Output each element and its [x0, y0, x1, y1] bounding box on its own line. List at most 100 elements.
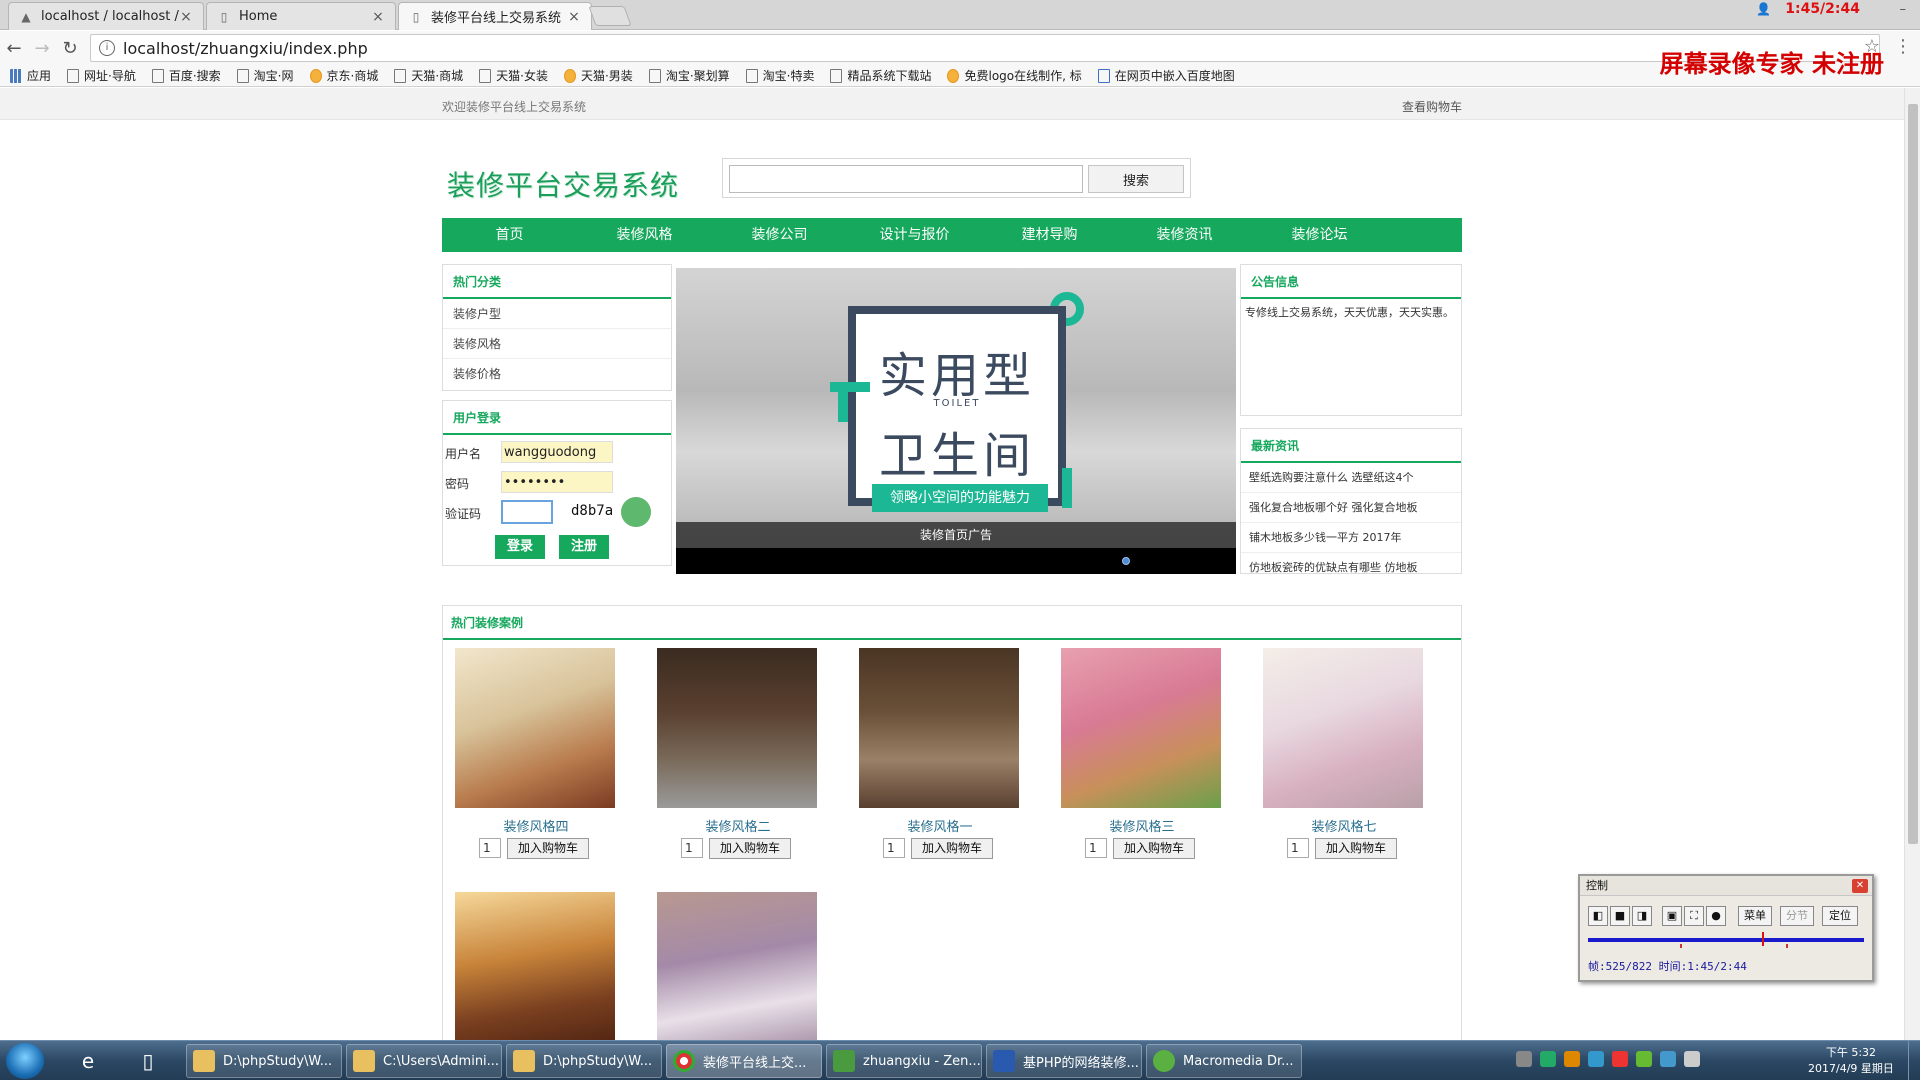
back-arrow-icon[interactable]: ←: [0, 38, 28, 59]
locate-button[interactable]: 定位: [1822, 906, 1858, 926]
volume-icon[interactable]: [1684, 1051, 1700, 1067]
taskbar-item[interactable]: C:\Users\Admini...: [346, 1044, 502, 1078]
bookmark-item[interactable]: 淘宝·特卖: [745, 67, 814, 84]
bookmark-item[interactable]: 在网页中嵌入百度地图: [1097, 67, 1235, 84]
add-to-cart-button[interactable]: 加入购物车: [1315, 838, 1397, 859]
menu-button[interactable]: 菜单: [1738, 906, 1772, 926]
username-input[interactable]: wangguodong: [501, 441, 613, 463]
playback-position[interactable]: [1762, 932, 1764, 946]
stop-button[interactable]: ■: [1610, 906, 1630, 926]
case-title[interactable]: 装修风格四: [455, 816, 617, 835]
taskbar-item[interactable]: zhuangxiu - Zen...: [826, 1044, 982, 1078]
case-title[interactable]: 装修风格一: [859, 816, 1021, 835]
bookmark-apps[interactable]: 应用: [10, 67, 51, 84]
taskbar-item[interactable]: Macromedia Dr...: [1146, 1044, 1302, 1078]
prev-frame-button[interactable]: ◧: [1588, 906, 1608, 926]
taskbar-item[interactable]: 装修平台线上交...: [666, 1044, 822, 1078]
qq-icon[interactable]: [1588, 1051, 1604, 1067]
tray-app-icon[interactable]: [1540, 1051, 1556, 1067]
close-icon[interactable]: ×: [179, 9, 193, 25]
scrollbar-thumb[interactable]: [1908, 104, 1918, 844]
case-title[interactable]: 装修风格二: [657, 816, 819, 835]
taskbar-item[interactable]: 基PHP的网络装修...: [986, 1044, 1142, 1078]
quantity-input[interactable]: 1: [1085, 838, 1107, 858]
login-button[interactable]: 登录: [495, 535, 545, 559]
password-input[interactable]: ••••••••: [501, 471, 613, 493]
case-image[interactable]: [657, 648, 817, 808]
bookmark-item[interactable]: 淘宝·网: [236, 67, 294, 84]
banner-dot[interactable]: [1122, 557, 1130, 565]
nav-styles[interactable]: 装修风格: [577, 218, 712, 252]
nav-home[interactable]: 首页: [442, 218, 577, 252]
add-to-cart-button[interactable]: 加入购物车: [911, 838, 993, 859]
keyboard-icon[interactable]: [1516, 1051, 1532, 1067]
record-icon[interactable]: ●: [1706, 906, 1726, 926]
window-mode-icon[interactable]: ▣: [1662, 906, 1682, 926]
news-item[interactable]: 铺木地板多少钱一平方 2017年: [1241, 523, 1461, 553]
case-title[interactable]: 装修风格三: [1061, 816, 1223, 835]
nav-news[interactable]: 装修资讯: [1117, 218, 1252, 252]
tray-app-icon[interactable]: [1564, 1051, 1580, 1067]
banner-slider[interactable]: 实用型 TOILET 卫生间 领略小空间的功能魅力 装修首页广告: [676, 268, 1236, 574]
search-button[interactable]: 搜索: [1088, 165, 1184, 193]
fullscreen-icon[interactable]: ⛶: [1684, 906, 1704, 926]
quantity-input[interactable]: 1: [1287, 838, 1309, 858]
search-input[interactable]: [729, 165, 1083, 193]
add-to-cart-button[interactable]: 加入购物车: [507, 838, 589, 859]
address-bar[interactable]: i localhost/zhuangxiu/index.php: [90, 34, 1880, 62]
playback-track[interactable]: [1588, 938, 1864, 942]
bookmark-item[interactable]: 京东·商城: [309, 67, 378, 84]
bookmark-item[interactable]: 百度·搜索: [151, 67, 221, 84]
ie-icon[interactable]: e: [64, 1045, 112, 1077]
reload-icon[interactable]: ↻: [56, 38, 84, 59]
taskbar-item[interactable]: D:\phpStudy\W...: [186, 1044, 342, 1078]
start-button[interactable]: [6, 1043, 44, 1079]
case-image[interactable]: [1263, 648, 1423, 808]
network-icon[interactable]: [1660, 1051, 1676, 1067]
quantity-input[interactable]: 1: [883, 838, 905, 858]
case-image[interactable]: [455, 892, 615, 1040]
case-image[interactable]: [1061, 648, 1221, 808]
nav-companies[interactable]: 装修公司: [712, 218, 847, 252]
new-tab-button[interactable]: [588, 6, 632, 26]
nav-materials[interactable]: 建材导购: [982, 218, 1117, 252]
tab-home[interactable]: ▯ Home ×: [206, 2, 396, 30]
page-scrollbar[interactable]: [1904, 88, 1920, 1040]
news-item[interactable]: 仿地板瓷砖的优缺点有哪些 仿地板: [1241, 553, 1461, 583]
bookmark-item[interactable]: 网址·导航: [67, 67, 136, 84]
window-controls[interactable]: –: [1900, 2, 1915, 17]
add-to-cart-button[interactable]: 加入购物车: [709, 838, 791, 859]
news-item[interactable]: 强化复合地板哪个好 强化复合地板: [1241, 493, 1461, 523]
bookmark-item[interactable]: 天猫·商城: [394, 67, 463, 84]
forward-arrow-icon[interactable]: →: [28, 38, 56, 59]
captcha-input[interactable]: [501, 500, 553, 524]
nav-design-quote[interactable]: 设计与报价: [847, 218, 982, 252]
user-icon[interactable]: 👤: [1756, 2, 1771, 16]
tab-current[interactable]: ▯ 装修平台线上交易系统 ×: [398, 2, 592, 30]
close-icon[interactable]: ×: [371, 9, 385, 25]
category-item[interactable]: 装修户型: [443, 299, 671, 329]
case-image[interactable]: [859, 648, 1019, 808]
category-item[interactable]: 装修价格: [443, 359, 671, 389]
case-image[interactable]: [657, 892, 817, 1040]
menu-dots-icon[interactable]: ⋮: [1894, 36, 1912, 57]
captcha-image[interactable]: d8b7a: [571, 503, 613, 519]
bookmark-item[interactable]: 天猫·男装: [563, 67, 633, 84]
tab-phpmyadmin[interactable]: ▲ localhost / localhost / ... ×: [8, 2, 204, 30]
register-button[interactable]: 注册: [559, 535, 609, 559]
tray-app-icon[interactable]: [1612, 1051, 1628, 1067]
nav-forum[interactable]: 装修论坛: [1252, 218, 1387, 252]
news-item[interactable]: 壁纸选购要注意什么 选壁纸这4个: [1241, 463, 1461, 493]
taskbar-clock[interactable]: 下午 5:32 2017/4/9 星期日: [1808, 1045, 1894, 1077]
quantity-input[interactable]: 1: [681, 838, 703, 858]
site-logo[interactable]: 装修平台交易系统: [447, 164, 679, 204]
close-icon[interactable]: ✕: [1852, 879, 1868, 893]
close-icon[interactable]: ×: [567, 9, 581, 25]
add-to-cart-button[interactable]: 加入购物车: [1113, 838, 1195, 859]
category-item[interactable]: 装修风格: [443, 329, 671, 359]
notepad-icon[interactable]: ▯: [124, 1045, 172, 1077]
info-icon[interactable]: i: [99, 40, 115, 56]
bookmark-item[interactable]: 精品系统下载站: [830, 67, 931, 84]
bookmark-item[interactable]: 天猫·女装: [479, 67, 548, 84]
show-desktop-button[interactable]: [1908, 1041, 1920, 1080]
